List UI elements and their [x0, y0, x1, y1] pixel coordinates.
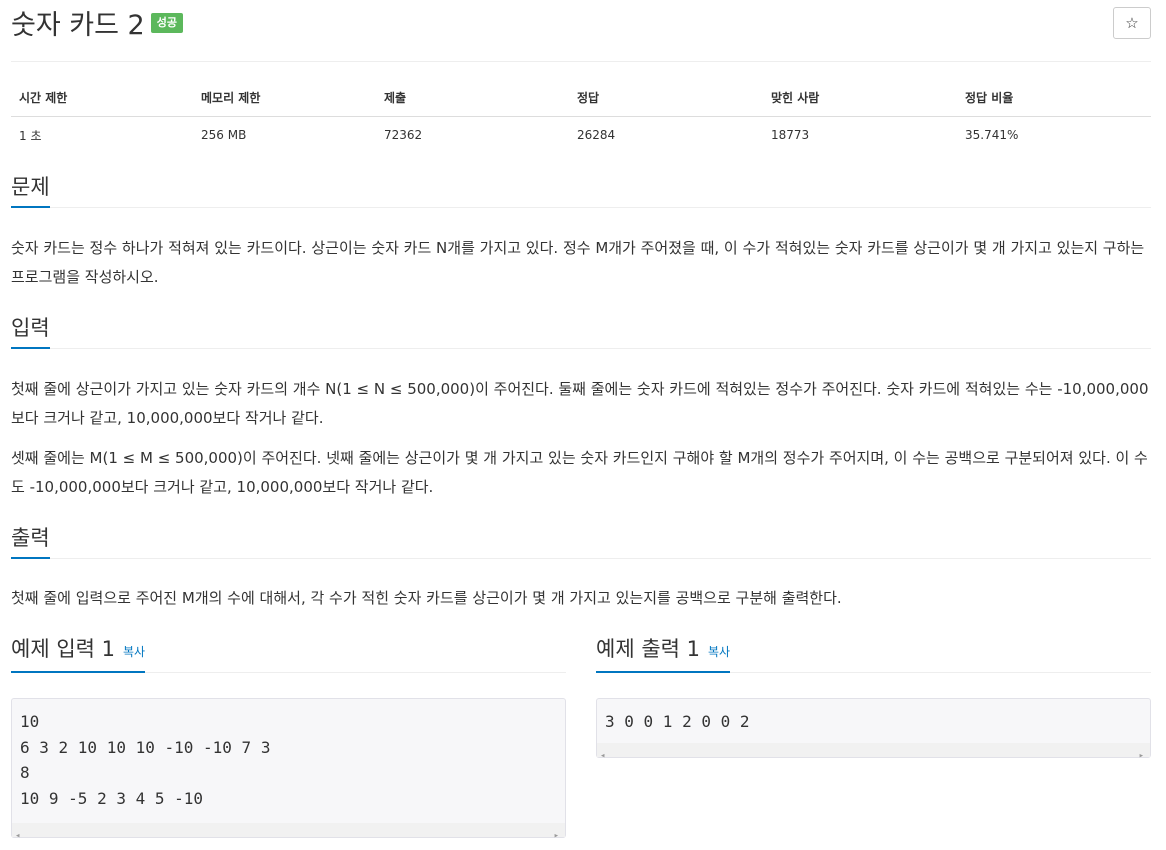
problem-info-table: 시간 제한 메모리 제한 제출 정답 맞힌 사람 정답 비율 1 초 256 M… — [11, 79, 1151, 153]
info-value-row: 1 초 256 MB 72362 26284 18773 35.741% — [11, 117, 1151, 154]
status-badge: 성공 — [150, 12, 183, 33]
sample-output-header: 예제 출력 1 복사 — [596, 634, 1151, 673]
star-button[interactable]: ☆ — [1113, 7, 1151, 39]
header-memory-limit: 메모리 제한 — [193, 79, 376, 117]
scroll-left-icon[interactable]: ◂ — [600, 744, 605, 770]
value-solved-users: 18773 — [771, 128, 810, 142]
output-description: 첫째 줄에 입력으로 주어진 M개의 수에 대해서, 각 수가 적힌 숫자 카드… — [11, 589, 842, 607]
sample-output-code: 3 0 0 1 2 0 0 2 ◂ ▸ — [596, 698, 1151, 761]
sample-input-code: 10 6 3 2 10 10 10 -10 -10 7 3 8 10 9 -5 … — [11, 698, 566, 841]
problem-page: 숫자 카드 2 성공 ☆ 시간 제한 메모리 제한 제출 정답 맞힌 사람 정답 … — [11, 0, 1151, 841]
sample-input-heading: 예제 입력 1 복사 — [11, 635, 146, 673]
title-row: 숫자 카드 2 성공 ☆ — [11, 0, 1151, 62]
value-memory-limit: 256 MB — [201, 128, 247, 142]
value-accept-ratio: 35.741% — [965, 128, 1019, 142]
sample-input-block: 예제 입력 1 복사 10 6 3 2 10 10 10 -10 -10 7 3 … — [11, 634, 566, 841]
value-accepted: 26284 — [577, 128, 616, 142]
sample-input-scrollbar[interactable]: ◂ ▸ — [12, 823, 565, 841]
scroll-right-icon[interactable]: ▸ — [554, 824, 559, 850]
copy-sample-input-button[interactable]: 복사 — [123, 645, 145, 659]
value-time-limit: 1 초 — [19, 128, 42, 143]
problem-title: 숫자 카드 2 — [11, 10, 145, 41]
header-accepted: 정답 — [569, 79, 763, 117]
problem-heading: 문제 — [11, 173, 50, 208]
header-submissions: 제출 — [376, 79, 569, 117]
output-section-header: 출력 — [11, 523, 1151, 559]
sample-input-title: 예제 입력 1 — [11, 637, 115, 661]
value-submissions: 72362 — [384, 128, 423, 142]
problem-description: 숫자 카드는 정수 하나가 적혀져 있는 카드이다. 상근이는 숫자 카드 N개… — [11, 239, 1145, 286]
input-section-header: 입력 — [11, 313, 1151, 349]
sample-input-header: 예제 입력 1 복사 — [11, 634, 566, 673]
sample-output-text: 3 0 0 1 2 0 0 2 — [605, 712, 750, 731]
info-header-row: 시간 제한 메모리 제한 제출 정답 맞힌 사람 정답 비율 — [11, 79, 1151, 117]
output-heading: 출력 — [11, 524, 50, 559]
scroll-right-icon[interactable]: ▸ — [1139, 744, 1144, 770]
sample-output-scrollbar[interactable]: ◂ ▸ — [597, 743, 1150, 761]
sample-output-heading: 예제 출력 1 복사 — [596, 635, 731, 673]
header-solved-users: 맞힌 사람 — [763, 79, 957, 117]
sample-output-title: 예제 출력 1 — [596, 637, 700, 661]
sample-input-text: 10 6 3 2 10 10 10 -10 -10 7 3 8 10 9 -5 … — [20, 712, 271, 808]
sample-output-block: 예제 출력 1 복사 3 0 0 1 2 0 0 2 ◂ ▸ — [596, 634, 1151, 761]
header-time-limit: 시간 제한 — [11, 79, 193, 117]
samples-area: 예제 입력 1 복사 10 6 3 2 10 10 10 -10 -10 7 3 … — [11, 634, 1151, 841]
input-heading: 입력 — [11, 314, 50, 349]
scroll-left-icon[interactable]: ◂ — [15, 824, 20, 850]
problem-section-header: 문제 — [11, 172, 1151, 208]
page-title: 숫자 카드 2 성공 — [11, 8, 183, 44]
input-description-2: 셋째 줄에는 M(1 ≤ M ≤ 500,000)이 주어진다. 넷째 줄에는 … — [11, 449, 1148, 496]
copy-sample-output-button[interactable]: 복사 — [708, 645, 730, 659]
input-description-1: 첫째 줄에 상근이가 가지고 있는 숫자 카드의 개수 N(1 ≤ N ≤ 50… — [11, 380, 1149, 427]
star-icon: ☆ — [1125, 14, 1139, 32]
header-accept-ratio: 정답 비율 — [957, 79, 1151, 117]
